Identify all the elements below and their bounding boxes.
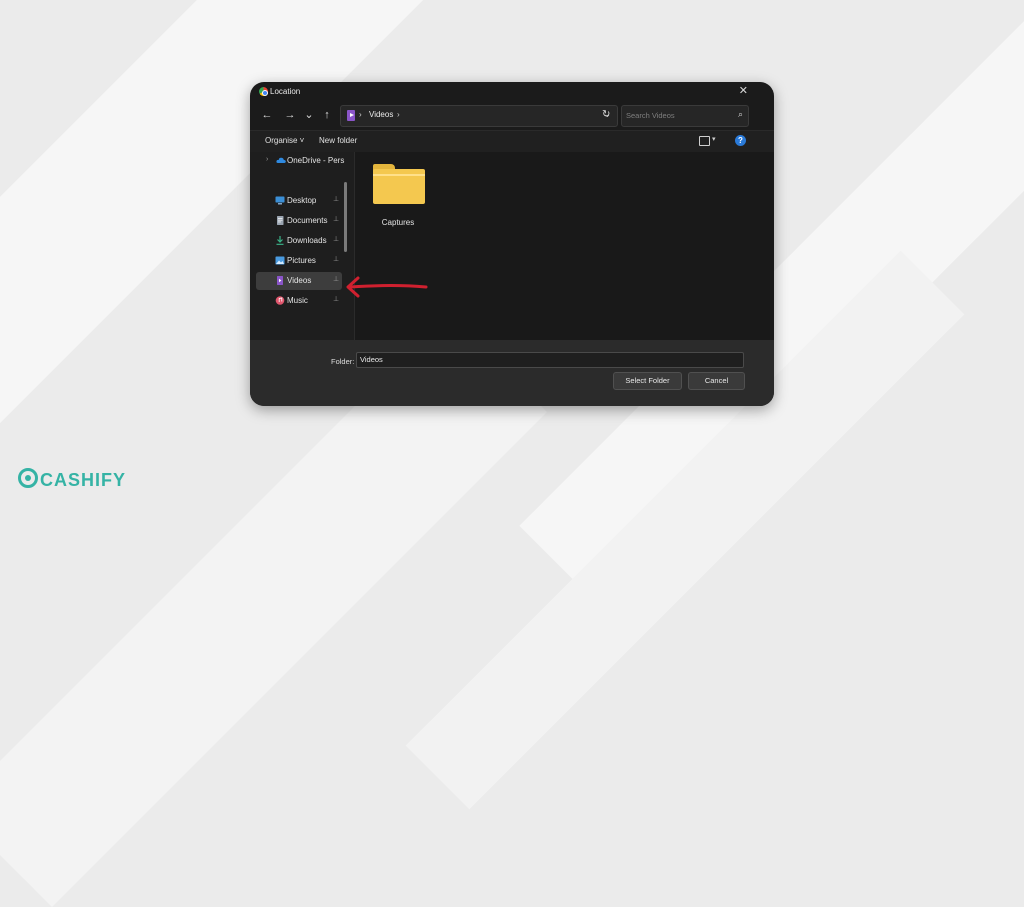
sidebar-item-label: Videos xyxy=(287,276,312,285)
sidebar-item-downloads[interactable]: Downloads ⊥ xyxy=(256,232,342,250)
refresh-icon[interactable]: ↻ xyxy=(602,109,610,120)
search-icon[interactable]: ⌕ xyxy=(738,109,743,120)
view-options-chevron-icon[interactable]: ▾ xyxy=(712,135,716,143)
folder-item-label[interactable]: Captures xyxy=(365,218,431,227)
pictures-icon xyxy=(275,256,285,265)
breadcrumb-videos[interactable]: Videos xyxy=(369,110,393,119)
folder-field[interactable]: Videos xyxy=(356,352,744,368)
downloads-icon xyxy=(276,236,284,245)
folder-field-value: Videos xyxy=(360,355,383,364)
brand-name: CASHIFY xyxy=(40,470,127,490)
sidebar-item-label: Desktop xyxy=(287,196,317,205)
annotation-arrow-icon xyxy=(346,276,428,298)
sidebar-item-videos[interactable]: Videos ⊥ xyxy=(256,272,342,290)
documents-icon xyxy=(277,216,284,225)
desktop-icon xyxy=(275,196,285,205)
recent-locations-chevron-icon[interactable]: ⌄ xyxy=(302,108,316,122)
command-bar: Organise ˅ New folder ▾ ? xyxy=(250,130,774,154)
search-input[interactable]: Search Videos ⌕ xyxy=(621,105,749,127)
navigation-pane: › OneDrive - Pers Desktop ⊥ Documents ⊥ … xyxy=(250,152,355,404)
sidebar-item-onedrive[interactable]: › OneDrive - Pers xyxy=(256,152,345,170)
pin-icon: ⊥ xyxy=(333,276,340,283)
file-list: Captures xyxy=(355,152,774,340)
sidebar-item-label: Music xyxy=(287,296,308,305)
address-bar[interactable]: › Videos › ⌄ xyxy=(340,105,618,127)
navigation-bar: ← → ⌄ ↑ › Videos › ⌄ ↻ Search Videos ⌕ xyxy=(250,102,774,130)
sidebar-item-pictures[interactable]: Pictures ⊥ xyxy=(256,252,342,270)
onedrive-cloud-icon xyxy=(276,157,286,163)
pin-icon: ⊥ xyxy=(333,236,340,243)
folder-field-label: Folder: xyxy=(331,357,355,366)
sidebar-item-music[interactable]: Music ⊥ xyxy=(256,292,342,310)
cashify-logo: CASHIFY xyxy=(18,466,138,496)
new-folder-button[interactable]: New folder xyxy=(319,136,357,145)
videos-icon xyxy=(347,110,355,121)
sidebar-item-label: Pictures xyxy=(287,256,316,265)
up-arrow-icon[interactable]: ↑ xyxy=(320,108,334,122)
pin-icon: ⊥ xyxy=(333,296,340,303)
pin-icon: ⊥ xyxy=(333,196,340,203)
folder-icon[interactable] xyxy=(371,164,425,204)
help-icon[interactable]: ? xyxy=(735,135,746,146)
sidebar-item-label: Documents xyxy=(287,216,328,225)
view-options-icon[interactable] xyxy=(699,136,710,146)
cashify-logo-icon xyxy=(18,468,38,488)
sidebar-scrollbar[interactable] xyxy=(344,182,347,252)
sidebar-item-documents[interactable]: Documents ⊥ xyxy=(256,212,342,230)
title-bar: Location ✕ xyxy=(250,82,774,102)
sidebar-item-desktop[interactable]: Desktop ⊥ xyxy=(256,192,342,210)
pin-icon: ⊥ xyxy=(333,216,340,223)
select-folder-button[interactable]: Select Folder xyxy=(613,372,682,390)
back-arrow-icon[interactable]: ← xyxy=(260,108,274,122)
expand-chevron-icon[interactable]: › xyxy=(266,156,268,163)
music-icon xyxy=(275,296,285,305)
dialog-footer: Folder: Videos Select Folder Cancel xyxy=(250,340,774,406)
sidebar-item-label: OneDrive - Pers xyxy=(287,156,345,165)
chrome-icon xyxy=(259,87,268,96)
videos-icon xyxy=(277,276,283,285)
close-icon[interactable]: ✕ xyxy=(739,85,748,97)
search-placeholder: Search Videos xyxy=(626,111,675,120)
location-dialog: Location ✕ ← → ⌄ ↑ › Videos › ⌄ ↻ Search… xyxy=(250,82,774,406)
dialog-title: Location xyxy=(270,87,301,96)
breadcrumb-separator[interactable]: › xyxy=(397,110,400,119)
pin-icon: ⊥ xyxy=(333,256,340,263)
forward-arrow-icon[interactable]: → xyxy=(283,108,297,122)
breadcrumb-separator: › xyxy=(359,110,362,119)
cancel-button[interactable]: Cancel xyxy=(688,372,745,390)
organise-menu[interactable]: Organise ˅ xyxy=(265,136,304,145)
sidebar-item-label: Downloads xyxy=(287,236,327,245)
